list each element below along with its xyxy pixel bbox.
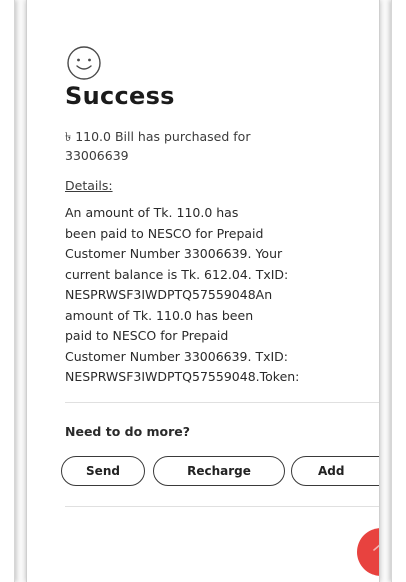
smiley-face-icon [67, 46, 101, 80]
purchase-summary-line2: 33006639 [65, 148, 129, 163]
divider [65, 506, 379, 507]
screen: Success ৳ 110.0 Bill has purchased for 3… [0, 0, 406, 582]
quick-actions: Send Recharge Add [61, 456, 379, 490]
details-text: An amount of Tk. 110.0 has been paid to … [65, 205, 300, 384]
previous-card-edge [0, 0, 15, 582]
purchase-summary-line1: ৳ 110.0 Bill has purchased for [65, 129, 251, 144]
details-label: Details: [65, 178, 113, 193]
need-more-heading: Need to do more? [65, 424, 191, 439]
success-card: Success ৳ 110.0 Bill has purchased for 3… [26, 0, 380, 582]
add-button[interactable]: Add [291, 456, 379, 486]
scroll-up-button[interactable] [357, 528, 379, 576]
divider [65, 402, 379, 403]
chevron-up-icon [373, 544, 379, 551]
recharge-button[interactable]: Recharge [153, 456, 285, 486]
page-title: Success [65, 82, 175, 110]
purchase-summary: ৳ 110.0 Bill has purchased for 33006639 [65, 127, 375, 165]
send-button[interactable]: Send [61, 456, 145, 486]
next-card-edge [391, 0, 406, 582]
